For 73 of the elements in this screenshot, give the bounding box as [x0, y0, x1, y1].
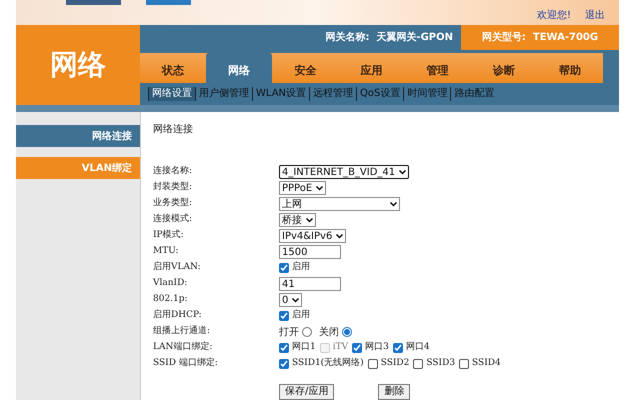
checkbox[interactable] [368, 359, 378, 369]
field-label: SSID 端口绑定: [153, 357, 219, 370]
nav-tab[interactable]: 状态 [140, 52, 206, 83]
option-label: 网口1 [292, 341, 316, 354]
subnav-link[interactable]: 用户侧管理 [195, 86, 252, 101]
field-label: MTU: [153, 245, 180, 258]
subnav-link[interactable]: QoS设置 [356, 86, 404, 101]
subnav-link[interactable]: 远程管理 [309, 86, 356, 101]
nav-tab[interactable]: 诊断 [470, 52, 537, 83]
nav-tab[interactable]: 管理 [404, 52, 471, 83]
field-label: 连接模式: [153, 213, 194, 226]
caret-icon [306, 218, 313, 222]
option-label: SSID2 [380, 357, 410, 370]
caret-icon [336, 234, 344, 238]
field-label: 封装类型: [153, 181, 194, 194]
gateway-model: 网关型号: TEWA-700G [482, 30, 598, 45]
option-label: SSID3 [426, 357, 456, 370]
radio-button[interactable] [302, 327, 312, 337]
nav-tab[interactable]: 帮助 [536, 52, 603, 83]
dropdown[interactable]: 上网 [279, 197, 400, 211]
option-label: 关闭 [319, 326, 339, 340]
subnav-link[interactable]: WLAN设置 [252, 86, 310, 101]
nav-tab[interactable]: 安全 [272, 52, 338, 83]
logout-link[interactable]: 退出 [585, 8, 605, 23]
checkbox[interactable] [413, 359, 424, 369]
field-label: 组播上行通道: [153, 325, 212, 338]
caret-icon [292, 298, 300, 302]
dropdown[interactable]: 0 [279, 293, 302, 307]
checkbox[interactable] [392, 343, 403, 353]
panel-title: 网络连接 [153, 122, 194, 137]
field-label: 业务类型: [153, 197, 194, 210]
field-label: 启用DHCP: [153, 309, 203, 322]
subnav-link[interactable]: 网络设置 [148, 86, 195, 101]
checkbox[interactable] [352, 343, 362, 353]
form-button[interactable]: 删除 [378, 384, 410, 400]
option-label: SSID1(无线网络) [292, 357, 364, 370]
caret-icon [316, 186, 324, 190]
caret-icon [399, 170, 406, 174]
dropdown[interactable]: 桥接 [279, 213, 316, 227]
form-button[interactable]: 保存/应用 [279, 384, 334, 400]
option-label: SSID4 [472, 357, 501, 370]
checkbox[interactable] [279, 311, 289, 321]
field-label: 802.1p: [153, 293, 189, 306]
checkbox[interactable] [279, 359, 289, 369]
checkbox[interactable] [459, 359, 470, 369]
dropdown[interactable]: IPv4&IPv6 [279, 229, 346, 243]
checkbox[interactable] [279, 343, 289, 353]
option-label: 网口3 [365, 341, 389, 354]
dropdown[interactable]: PPPoE [279, 181, 326, 195]
welcome-text: 欢迎您! [536, 8, 571, 23]
input-field[interactable]: 41 [279, 277, 341, 291]
option-label: 启用 [292, 309, 310, 322]
caret-icon [390, 202, 397, 206]
nav-tab[interactable]: 应用 [338, 52, 405, 83]
option-label: iTV [332, 341, 348, 354]
subnav-link[interactable]: 路由配置 [450, 86, 498, 101]
field-label: IP模式: [153, 229, 185, 242]
nav-tab[interactable]: 网络 [206, 52, 272, 83]
section-title: 网络 [50, 46, 106, 83]
field-label: LAN端口绑定: [153, 341, 214, 354]
option-label: 打开 [279, 326, 299, 340]
field-label: 连接名称: [153, 165, 194, 178]
field-label: VlanID: [153, 277, 188, 290]
option-label: 启用 [292, 261, 310, 274]
subnav-link[interactable]: 时间管理 [403, 86, 450, 101]
input-field[interactable]: 1500 [279, 245, 341, 259]
option-label: 网口4 [406, 341, 430, 354]
radio-button[interactable] [342, 327, 352, 337]
sidebar-item[interactable]: 网络连接 [16, 125, 140, 147]
field-label: 启用VLAN: [153, 261, 202, 274]
checkbox[interactable] [279, 263, 289, 273]
gateway-name: 网关名称: 天翼网关-GPON [325, 30, 453, 45]
dropdown[interactable]: 4_INTERNET_B_VID_41 [279, 165, 410, 179]
